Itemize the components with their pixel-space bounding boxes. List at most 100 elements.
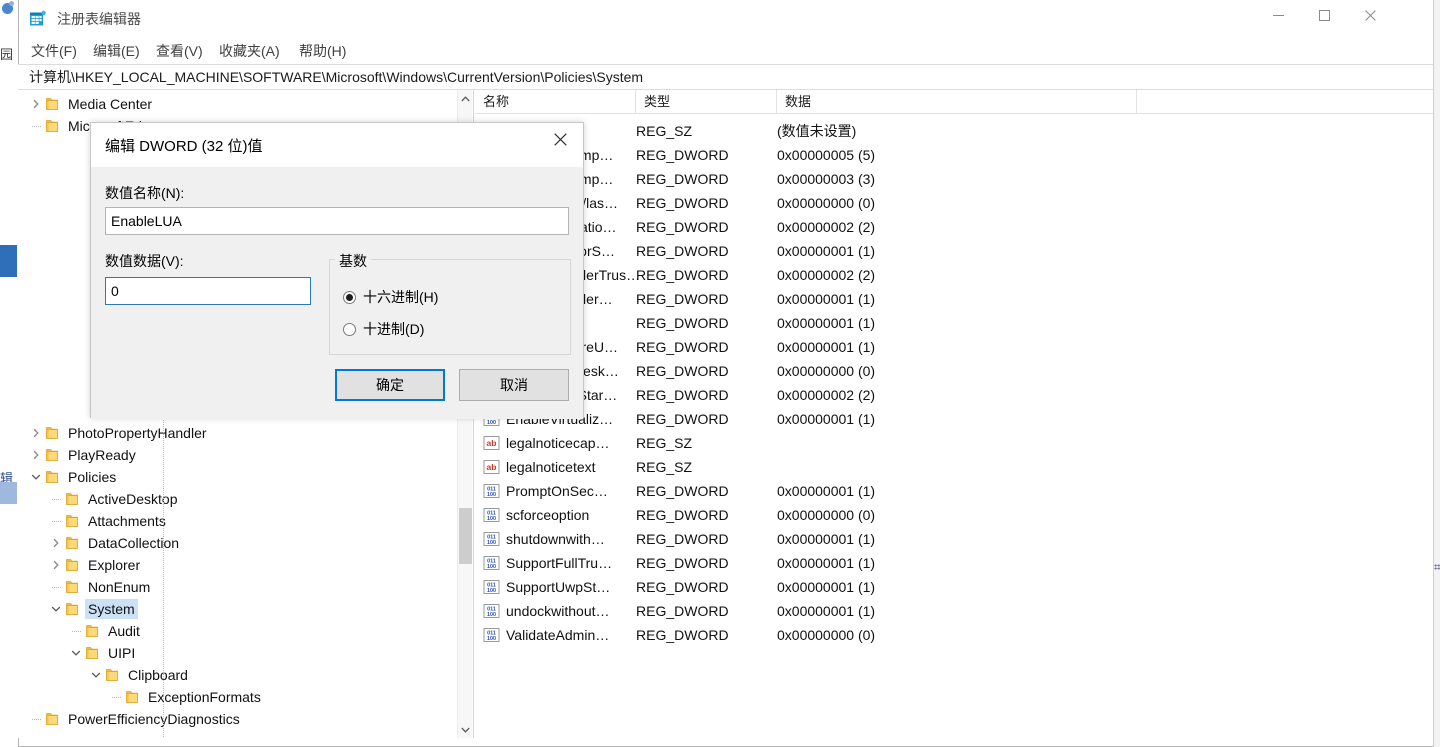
value-name-cell: 011 100 shutdownwith… bbox=[483, 527, 643, 551]
address-bar[interactable]: 计算机\HKEY_LOCAL_MACHINE\SOFTWARE\Microsof… bbox=[18, 64, 1440, 90]
menu-edit[interactable]: 编辑(E) bbox=[87, 38, 146, 64]
registry-editor-icon bbox=[29, 10, 47, 28]
table-row[interactable]: 011 100 PromptOnSec… REG_DWORD 0x00000001 (1… bbox=[475, 479, 1440, 503]
tree-expander[interactable] bbox=[48, 535, 64, 551]
tree-item-nonenum[interactable]: NonEnum bbox=[18, 576, 458, 598]
table-row[interactable]: 011100EnableUIADesk…REG_DWORD0x00000000 … bbox=[475, 359, 1440, 383]
tree-expander[interactable] bbox=[48, 557, 64, 573]
menu-favorites[interactable]: 收藏夹(A) bbox=[213, 38, 286, 64]
tree-item-label: Clipboard bbox=[128, 667, 188, 683]
value-name-label: 数值名称(N): bbox=[105, 183, 184, 203]
registry-values-pane[interactable]: 名称 类型 数据 ab REG_SZ (数值未设置) 011100ConsentPro… bbox=[475, 90, 1440, 738]
tree-item-policies[interactable]: Policies bbox=[18, 466, 458, 488]
value-type-cell: REG_DWORD bbox=[636, 339, 729, 355]
dialog-title: 编辑 DWORD (32 位)值 bbox=[105, 138, 263, 155]
column-header-type[interactable]: 类型 bbox=[636, 90, 777, 113]
tree-item-attachments[interactable]: Attachments bbox=[18, 510, 458, 532]
table-row[interactable]: 011100ConsentPromp…REG_DWORD0x00000005 (… bbox=[475, 143, 1440, 167]
column-header-data[interactable]: 数据 bbox=[777, 90, 1137, 113]
radio-decimal[interactable]: 十进制(D) bbox=[343, 319, 424, 339]
background-window-band-2 bbox=[0, 482, 17, 504]
tree-item-powerefficiencydiagnostics[interactable]: PowerEfficiencyDiagnostics bbox=[18, 708, 458, 730]
tree-item-label: Attachments bbox=[88, 513, 166, 529]
tree-expander[interactable] bbox=[28, 447, 44, 463]
tree-item-audit[interactable]: Audit bbox=[18, 620, 458, 642]
tree-item-playready[interactable]: PlayReady bbox=[18, 444, 458, 466]
close-button[interactable] bbox=[1347, 0, 1393, 30]
value-name-text: undockwithout… bbox=[506, 603, 610, 619]
folder-icon bbox=[66, 603, 78, 615]
table-row[interactable]: 011100EnableInstallerTrust…REG_DWORD0x00… bbox=[475, 263, 1440, 287]
folder-icon bbox=[46, 98, 58, 110]
ok-button[interactable]: 确定 bbox=[335, 369, 445, 401]
table-row[interactable]: 011 100 undockwithout… REG_DWORD 0x00000001 … bbox=[475, 599, 1440, 623]
tree-scrollbar-thumb[interactable] bbox=[459, 508, 472, 564]
tree-expander[interactable] bbox=[88, 667, 104, 683]
table-row[interactable]: 011100ConsentPromp…REG_DWORD0x00000003 (… bbox=[475, 167, 1440, 191]
tree-item-clipboard[interactable]: Clipboard bbox=[18, 664, 458, 686]
table-row[interactable]: ab legalnoticetext REG_SZ bbox=[475, 455, 1440, 479]
tree-expander[interactable] bbox=[28, 469, 44, 485]
dialog-close-button[interactable] bbox=[538, 123, 583, 155]
folder-icon bbox=[44, 447, 60, 463]
table-row[interactable]: 011 100 scforceoption REG_DWORD 0x00000000 (… bbox=[475, 503, 1440, 527]
tree-item-datacollection[interactable]: DataCollection bbox=[18, 532, 458, 554]
value-data-label-text: 数值数据(V): bbox=[105, 253, 184, 269]
value-data-input[interactable]: 0 bbox=[105, 277, 311, 305]
tree-item-exceptionformats[interactable]: ExceptionFormats bbox=[18, 686, 458, 708]
tree-indent-spacer bbox=[18, 598, 48, 620]
tree-expander[interactable] bbox=[28, 96, 44, 112]
tree-item-explorer[interactable]: Explorer bbox=[18, 554, 458, 576]
value-data-cell: 0x00000001 (1) bbox=[777, 603, 876, 619]
tree-guide-stub bbox=[28, 118, 44, 134]
tree-item-uipi[interactable]: UIPI bbox=[18, 642, 458, 664]
tree-scroll-down-button[interactable] bbox=[458, 721, 473, 738]
menu-view[interactable]: 查看(V) bbox=[150, 38, 209, 64]
svg-text:100: 100 bbox=[487, 588, 496, 594]
svg-text:ab: ab bbox=[487, 438, 497, 448]
table-row[interactable]: 011 100 shutdownwith… REG_DWORD 0x00000001 (… bbox=[475, 527, 1440, 551]
tree-guide-dash bbox=[111, 696, 121, 698]
table-row[interactable]: 011 100 ValidateAdmin… REG_DWORD 0x00000000 … bbox=[475, 623, 1440, 647]
table-row[interactable]: 011100EnableVirtualiz…REG_DWORD0x0000000… bbox=[475, 407, 1440, 431]
table-row[interactable]: 011 100 SupportFullTru… REG_DWORD 0x00000001… bbox=[475, 551, 1440, 575]
table-row[interactable]: 011100dontdisplaylatio…REG_DWORD0x000000… bbox=[475, 215, 1440, 239]
radio-decimal-indicator[interactable] bbox=[343, 322, 356, 336]
value-type-cell: REG_DWORD bbox=[636, 171, 729, 187]
table-row[interactable]: 011100DisableCAD/las…REG_DWORD0x00000000… bbox=[475, 191, 1440, 215]
tree-expander[interactable] bbox=[48, 601, 64, 617]
tree-item-system[interactable]: System bbox=[18, 598, 458, 620]
maximize-button[interactable] bbox=[1301, 0, 1347, 30]
value-type-cell: REG_DWORD bbox=[636, 603, 729, 619]
value-name-input[interactable]: EnableLUA bbox=[105, 207, 569, 235]
table-row[interactable]: 011100EnableUwpStar…REG_DWORD0x00000002 … bbox=[475, 383, 1440, 407]
tree-expander[interactable] bbox=[68, 645, 84, 661]
table-row[interactable]: 011100EnableLUAREG_DWORD0x00000001 (1) bbox=[475, 311, 1440, 335]
cancel-button[interactable]: 取消 bbox=[459, 369, 569, 401]
table-row[interactable]: 011 100 SupportUwpSt… REG_DWORD 0x00000001 (… bbox=[475, 575, 1440, 599]
tree-item-activedesktop[interactable]: ActiveDesktop bbox=[18, 488, 458, 510]
tree-indent-spacer bbox=[18, 444, 28, 466]
dword-value-icon: 011100 bbox=[483, 555, 500, 571]
tree-item-media-center[interactable]: Media Center bbox=[18, 93, 458, 115]
radio-hexadecimal-indicator[interactable] bbox=[343, 290, 356, 304]
radio-hexadecimal[interactable]: 十六进制(H) bbox=[343, 287, 438, 307]
table-row[interactable]: 011100EnableCursorS…REG_DWORD0x00000001 … bbox=[475, 239, 1440, 263]
column-header-name[interactable]: 名称 bbox=[475, 90, 636, 113]
tree-guide-stub bbox=[48, 513, 64, 529]
tree-item-label: UIPI bbox=[108, 645, 136, 661]
menu-help[interactable]: 帮助(H) bbox=[293, 38, 352, 64]
tree-expander[interactable] bbox=[28, 425, 44, 441]
tree-item-photopropertyhandler[interactable]: PhotoPropertyHandler bbox=[18, 422, 458, 444]
table-row[interactable]: 011100EnableSecureU…REG_DWORD0x00000001 … bbox=[475, 335, 1440, 359]
dword-value-icon: 011100 bbox=[483, 627, 500, 643]
menu-file[interactable]: 文件(F) bbox=[25, 38, 83, 64]
table-row[interactable]: 011100EnableInstaller…REG_DWORD0x0000000… bbox=[475, 287, 1440, 311]
tree-scroll-up-button[interactable] bbox=[458, 90, 473, 107]
minimize-button[interactable] bbox=[1255, 0, 1301, 30]
chevron-right-icon bbox=[33, 428, 39, 438]
folder-icon bbox=[126, 691, 138, 703]
table-row[interactable]: abREG_SZ(数值未设置) bbox=[475, 119, 1440, 143]
tree-indent-spacer bbox=[18, 642, 68, 664]
table-row[interactable]: ab legalnoticecap… REG_SZ bbox=[475, 431, 1440, 455]
